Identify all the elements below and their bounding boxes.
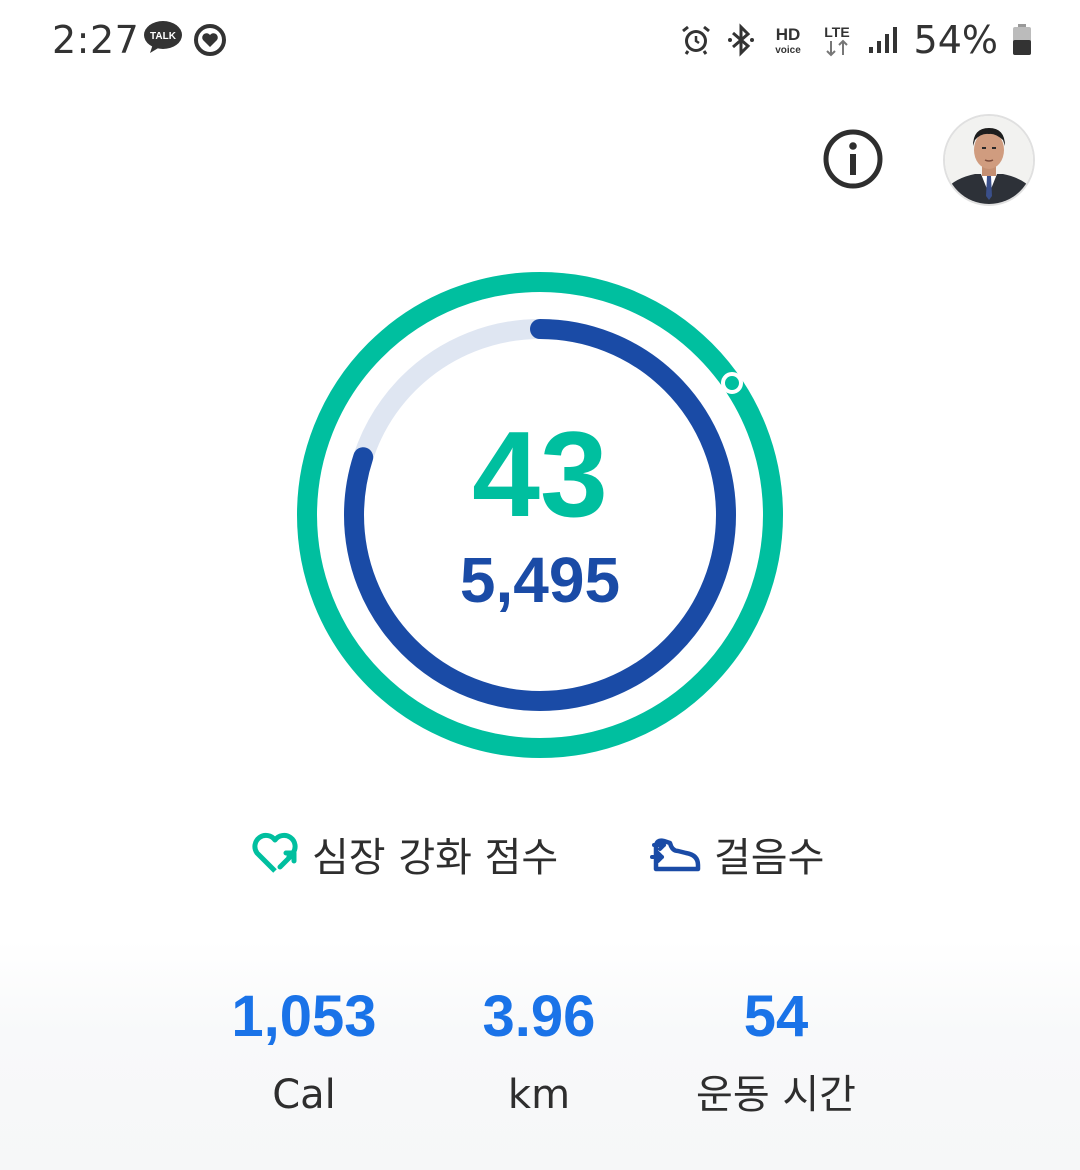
heart-points-label: 심장 강화 점수 bbox=[312, 835, 559, 881]
hd-label: HD bbox=[775, 25, 800, 44]
info-icon bbox=[823, 129, 883, 189]
profile-avatar[interactable] bbox=[943, 114, 1035, 206]
status-bar: 2:27 TALK HD voice LTE 54% bbox=[0, 0, 1080, 80]
status-time: 2:27 bbox=[52, 18, 140, 62]
talk-label: TALK bbox=[150, 31, 177, 42]
stat-calories[interactable]: 1,053 Cal bbox=[184, 982, 424, 1120]
steps-shoe-icon bbox=[650, 838, 701, 872]
legend-heart-points: 심장 강화 점수 bbox=[250, 824, 558, 884]
lte-icon: LTE bbox=[824, 24, 849, 57]
heart-points-ring bbox=[297, 272, 783, 758]
avatar-image bbox=[945, 116, 1033, 204]
heart-points-icon bbox=[252, 832, 298, 873]
system-status-icons: HD voice LTE 54% bbox=[680, 16, 1032, 64]
calories-value: 1,053 bbox=[231, 984, 377, 1049]
voice-label: voice bbox=[775, 45, 801, 56]
steps-label: 걸음수 bbox=[714, 835, 825, 881]
move-minutes-label: 운동 시간 bbox=[696, 1072, 856, 1118]
daily-goal-rings[interactable] bbox=[290, 265, 790, 765]
samsung-health-icon bbox=[194, 24, 226, 56]
hd-voice-icon: HD voice bbox=[775, 25, 801, 56]
alarm-icon bbox=[681, 25, 710, 55]
bluetooth-icon bbox=[727, 23, 754, 57]
move-minutes-value: 54 bbox=[743, 984, 809, 1049]
lte-label: LTE bbox=[824, 24, 849, 40]
distance-label: km bbox=[507, 1072, 571, 1118]
calories-label: Cal bbox=[272, 1072, 336, 1118]
info-button[interactable] bbox=[822, 128, 884, 190]
kakaotalk-icon: TALK bbox=[144, 21, 182, 53]
battery-percent: 54% bbox=[913, 18, 998, 62]
stat-move-minutes[interactable]: 54 운동 시간 bbox=[656, 982, 896, 1120]
stat-distance[interactable]: 3.96 km bbox=[419, 982, 659, 1120]
distance-value: 3.96 bbox=[482, 984, 596, 1049]
heart-points-overflow-marker bbox=[721, 372, 743, 394]
legend-steps: 걸음수 bbox=[650, 824, 824, 884]
battery-icon bbox=[1013, 24, 1031, 55]
signal-icon bbox=[868, 27, 897, 53]
